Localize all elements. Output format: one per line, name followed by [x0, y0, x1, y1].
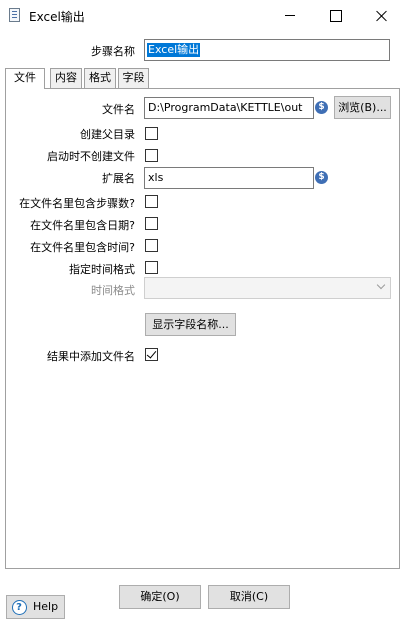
filename-input[interactable]: D:\ProgramData\KETTLE\out	[144, 97, 314, 119]
tab-format[interactable]: 格式	[84, 68, 116, 88]
close-icon[interactable]	[358, 0, 404, 32]
variable-icon	[315, 170, 328, 185]
create-parent-dir-checkbox[interactable]	[145, 127, 158, 140]
include-date-checkbox[interactable]	[145, 217, 158, 230]
chevron-down-icon	[376, 280, 386, 290]
step-name-label: 步骤名称	[91, 45, 135, 58]
maximize-icon[interactable]	[313, 0, 359, 32]
help-icon	[12, 600, 27, 615]
tab-file[interactable]: 文件	[5, 68, 45, 89]
add-to-result-checkbox[interactable]	[145, 348, 158, 361]
create-parent-dir-label: 创建父目录	[80, 128, 135, 141]
tab-bar: 文件 内容 格式 字段	[5, 68, 400, 89]
window-title: Excel输出	[29, 10, 85, 24]
filename-label: 文件名	[102, 103, 135, 116]
variable-icon	[315, 100, 328, 115]
step-name-value: Excel输出	[147, 43, 201, 57]
ok-button[interactable]: 确定(O)	[119, 585, 201, 609]
extension-input[interactable]: xls	[144, 167, 314, 189]
minimize-icon[interactable]	[267, 0, 313, 32]
add-to-result-label: 结果中添加文件名	[47, 350, 135, 363]
browse-button[interactable]: 浏览(B)...	[334, 96, 391, 119]
include-time-checkbox[interactable]	[145, 239, 158, 252]
no-create-on-start-checkbox[interactable]	[145, 149, 158, 162]
show-field-names-button[interactable]: 显示字段名称...	[145, 313, 236, 336]
cancel-button[interactable]: 取消(C)	[208, 585, 290, 609]
specify-time-format-label: 指定时间格式	[69, 263, 135, 276]
include-stepnr-label: 在文件名里包含步骤数?	[19, 197, 135, 210]
include-time-label: 在文件名里包含时间?	[30, 241, 135, 254]
include-stepnr-checkbox[interactable]	[145, 195, 158, 208]
help-label: Help	[33, 600, 59, 613]
app-icon	[9, 8, 20, 22]
title-bar: Excel输出	[0, 0, 404, 32]
step-name-input[interactable]: Excel输出	[144, 39, 390, 61]
specify-time-format-checkbox[interactable]	[145, 261, 158, 274]
extension-label: 扩展名	[102, 172, 135, 185]
no-create-on-start-label: 启动时不创建文件	[47, 150, 135, 163]
time-format-select[interactable]	[144, 277, 391, 299]
include-date-label: 在文件名里包含日期?	[30, 219, 135, 232]
help-button[interactable]: Help	[6, 595, 65, 619]
tab-fields[interactable]: 字段	[118, 68, 149, 88]
time-format-label: 时间格式	[91, 284, 135, 297]
tab-content[interactable]: 内容	[50, 68, 82, 88]
